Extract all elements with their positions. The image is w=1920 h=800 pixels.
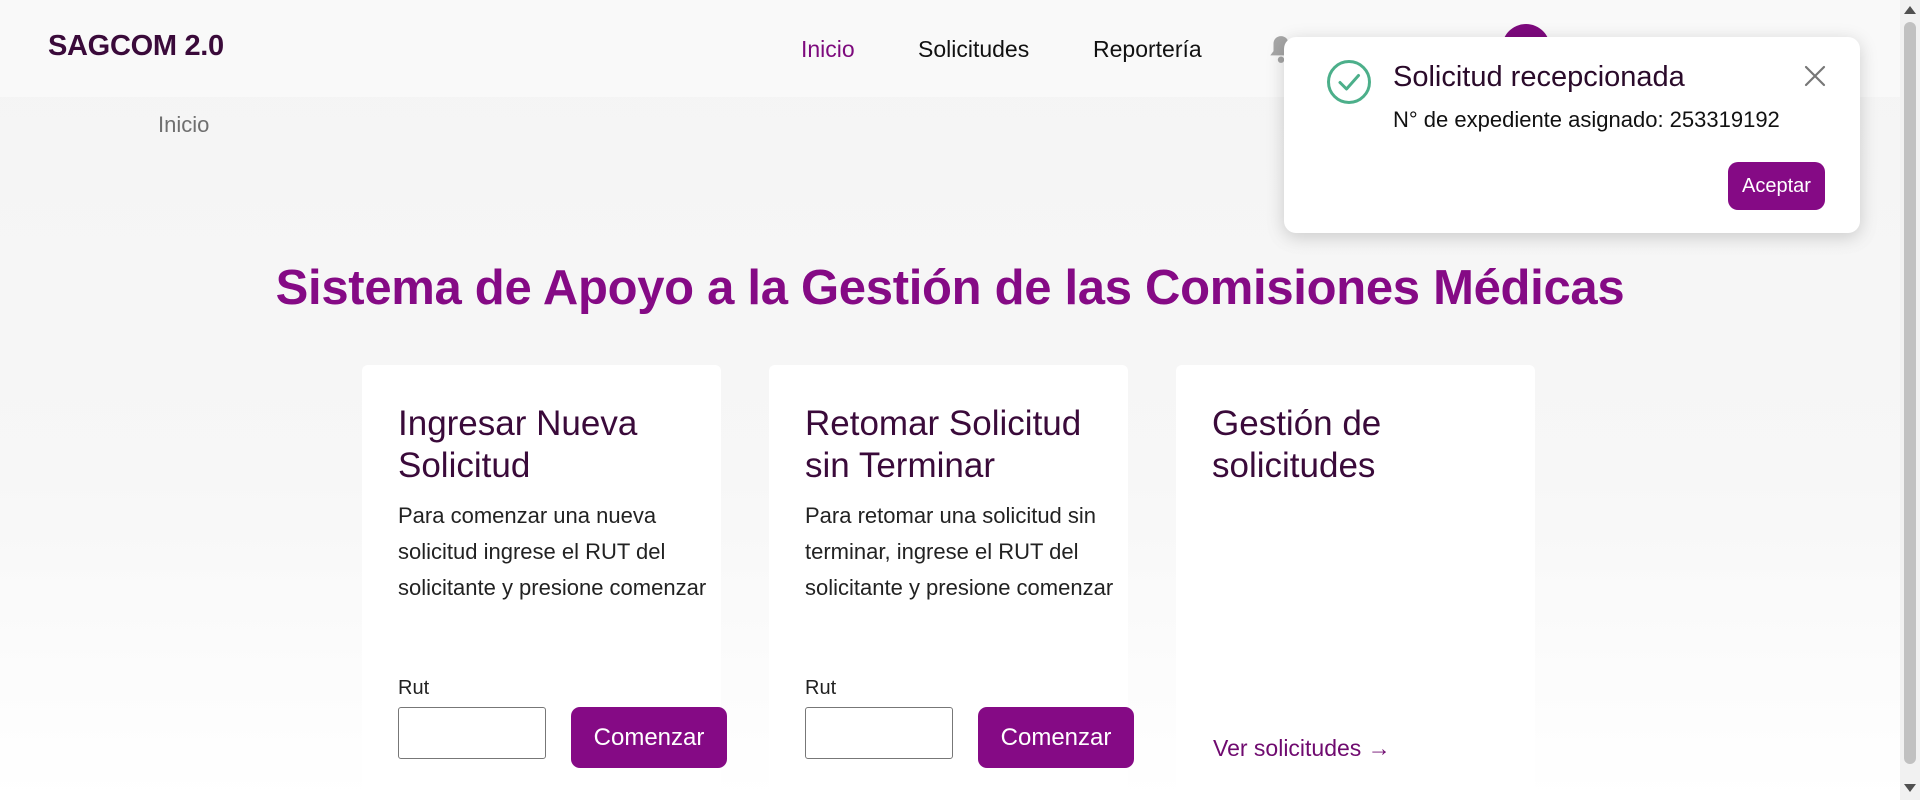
rut-label: Rut — [398, 677, 430, 699]
card-title: Gestión de solicitudes — [1212, 404, 1382, 485]
rut-label: Rut — [805, 677, 837, 699]
rut-input-new[interactable] — [398, 707, 546, 759]
card-resume-request: Retomar Solicitud sin Terminar Para reto… — [769, 365, 1134, 800]
breadcrumb[interactable]: Inicio — [158, 112, 209, 138]
accept-button[interactable]: Aceptar — [1728, 162, 1825, 210]
toast-message: N° de expediente asignado: 253319192 — [1393, 107, 1780, 132]
card-description: Para comenzar una nueva solicitud ingres… — [398, 503, 707, 600]
start-new-button[interactable]: Comenzar — [571, 707, 727, 768]
view-requests-link[interactable]: Ver solicitudes → — [1213, 735, 1391, 762]
scroll-thumb[interactable] — [1904, 22, 1916, 764]
rut-input-resume[interactable] — [805, 707, 953, 759]
nav-inicio[interactable]: Inicio — [801, 36, 855, 63]
nav-solicitudes[interactable]: Solicitudes — [918, 36, 1029, 63]
card-new-request: Ingresar Nueva Solicitud Para comenzar u… — [362, 365, 727, 800]
check-circle-icon — [1327, 60, 1371, 104]
card-description: Para retomar una solicitud sin terminar,… — [805, 503, 1114, 600]
card-manage-requests: Gestión de solicitudes Ver solicitudes → — [1176, 365, 1535, 800]
nav-reporteria[interactable]: Reportería — [1093, 36, 1202, 63]
card-title: Ingresar Nueva Solicitud — [398, 404, 638, 485]
start-resume-button[interactable]: Comenzar — [978, 707, 1134, 768]
app-brand[interactable]: SAGCOM 2.0 — [48, 30, 224, 63]
card-title: Retomar Solicitud sin Terminar — [805, 404, 1082, 485]
success-toast: Solicitud recepcionada N° de expediente … — [1284, 37, 1860, 233]
page-title: Sistema de Apoyo a la Gestión de las Com… — [275, 261, 1625, 315]
scroll-down-icon[interactable] — [1904, 784, 1916, 792]
scroll-up-icon[interactable] — [1904, 6, 1916, 14]
toast-title: Solicitud recepcionada — [1393, 61, 1685, 93]
close-icon[interactable] — [1804, 65, 1826, 87]
page-scrollbar[interactable] — [1900, 0, 1920, 800]
